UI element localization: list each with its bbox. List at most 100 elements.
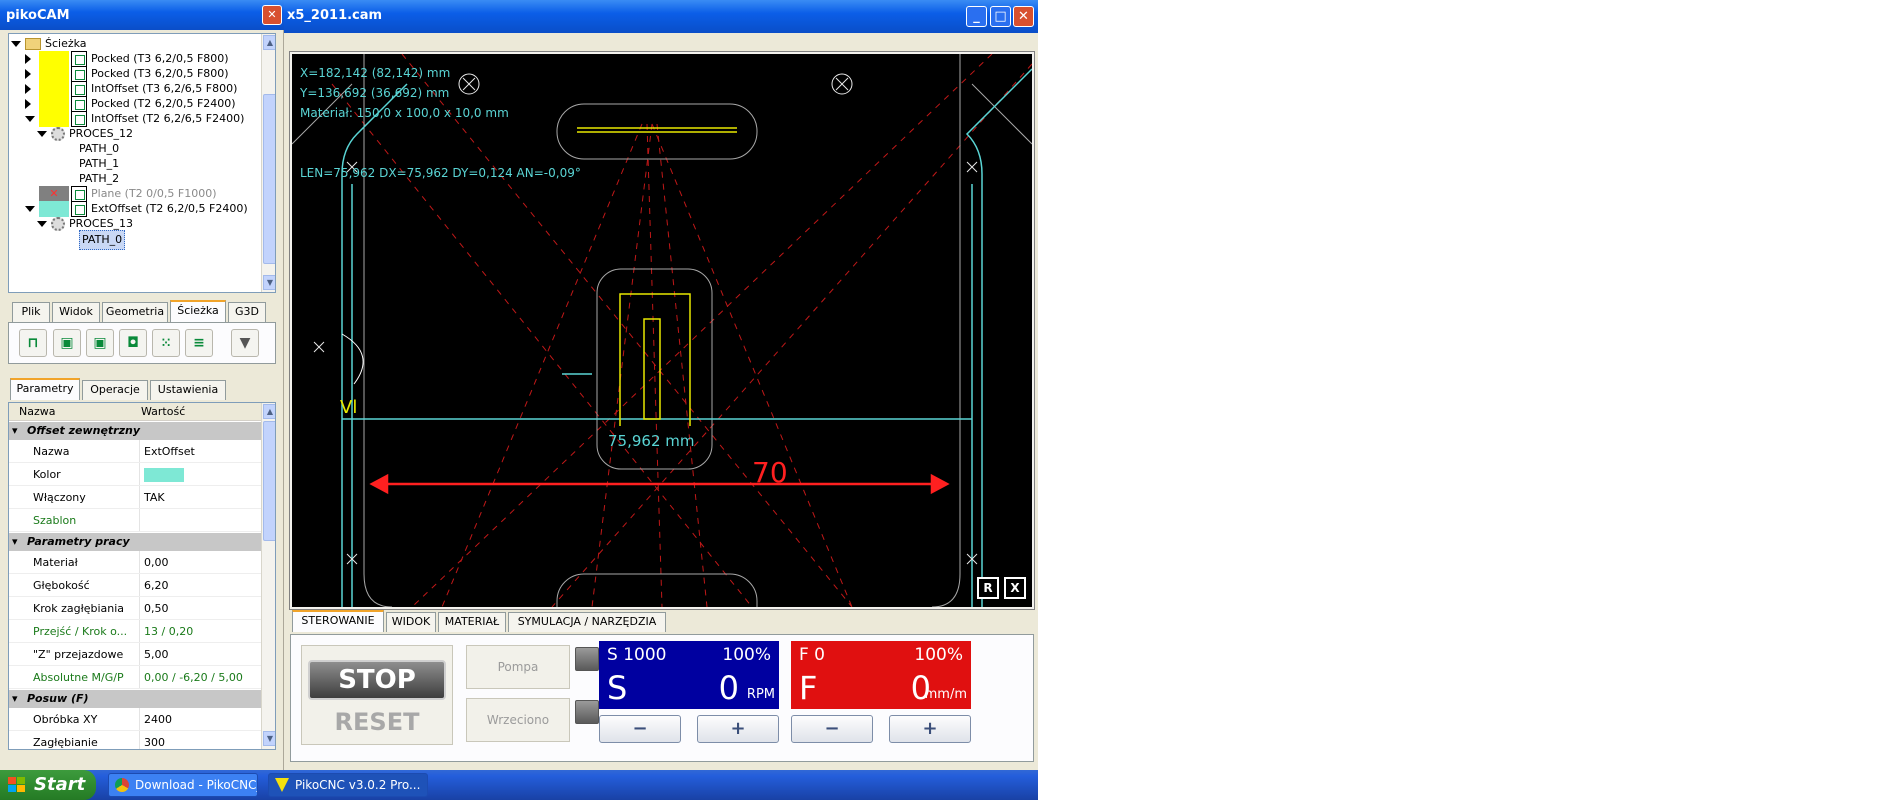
- prop-absolutne[interactable]: Absolutne M/G/P 0,00 / -6,20 / 5,00: [9, 666, 261, 689]
- prop-value: 2400: [144, 713, 172, 726]
- close-button[interactable]: ✕: [1013, 6, 1034, 27]
- collapse-icon[interactable]: [37, 221, 47, 227]
- tab-geometria[interactable]: Geometria: [102, 302, 168, 322]
- prop-zaglebianie[interactable]: Zagłębianie 300: [9, 731, 261, 749]
- color-swatch[interactable]: [144, 468, 184, 482]
- prop-label: Krok zagłębiania: [33, 602, 125, 615]
- windows-logo-icon: [8, 777, 26, 793]
- feed-plus-button[interactable]: +: [889, 715, 971, 743]
- group-parametry-pracy[interactable]: ▾ Parametry pracy: [9, 533, 261, 551]
- scroll-up-icon[interactable]: ▲: [263, 404, 275, 419]
- prop-z-przejazdowe[interactable]: "Z" przejazdowe 5,00: [9, 643, 261, 666]
- dimension-arrow: [369, 473, 950, 495]
- reset-view-button[interactable]: R: [977, 577, 999, 599]
- start-button[interactable]: Start: [0, 770, 96, 800]
- tab-ustawienia[interactable]: Ustawienia: [150, 380, 226, 400]
- tab-g3d[interactable]: G3D: [228, 302, 266, 322]
- group-label: Posuw (F): [27, 692, 89, 705]
- prop-label: Obróbka XY: [33, 713, 98, 726]
- prop-wlaczony[interactable]: Włączony TAK: [9, 486, 261, 509]
- tab-sterowanie[interactable]: STEROWANIE: [292, 610, 384, 632]
- int-offset-icon[interactable]: ▣: [86, 329, 114, 357]
- feed-meter: F 0 100% F 0 mm/m: [791, 641, 971, 709]
- expand-icon[interactable]: [25, 84, 31, 94]
- drill-points-icon[interactable]: ⁙: [152, 329, 180, 357]
- spindle-button[interactable]: Wrzeciono: [466, 698, 570, 742]
- reset-button[interactable]: RESET: [308, 704, 446, 740]
- spindle-plus-button[interactable]: +: [697, 715, 779, 743]
- tab-parametry[interactable]: Parametry: [10, 378, 80, 400]
- pump-button[interactable]: Pompa: [466, 645, 570, 689]
- pikocam-title-bar[interactable]: pikoCAM ✕: [0, 0, 284, 30]
- maximize-button[interactable]: □: [990, 6, 1011, 27]
- main-window-title: x5_2011.cam: [287, 8, 383, 23]
- collapse-icon: ▾: [12, 692, 18, 705]
- prop-szablon[interactable]: Szablon: [9, 509, 261, 532]
- cad-canvas[interactable]: X=182,142 (82,142) mm Y=136,692 (36,692)…: [289, 51, 1035, 610]
- pocket-zigzag-icon[interactable]: ⊓: [19, 329, 47, 357]
- taskbar-item-download[interactable]: Download - PikoCNC_...: [108, 773, 258, 797]
- toolpath-diagonals: [331, 54, 1032, 607]
- tree-item-label: PATH_0: [79, 230, 126, 250]
- pikocam-title: pikoCAM: [6, 8, 70, 23]
- tab-symulacja[interactable]: SYMULACJA / NARZĘDZIA: [508, 612, 666, 632]
- scroll-thumb[interactable]: [263, 94, 275, 264]
- feed-minus-button[interactable]: −: [791, 715, 873, 743]
- spindle-setpoint: S 1000: [607, 645, 667, 665]
- taskbar: Start Download - PikoCNC_... PikoCNC v3.…: [0, 770, 1038, 800]
- ext-offset-icon[interactable]: ▣: [53, 329, 81, 357]
- spindle-minus-button[interactable]: −: [599, 715, 681, 743]
- prop-value: 300: [144, 736, 165, 749]
- minimize-button[interactable]: _: [966, 6, 987, 27]
- tab-widok-left[interactable]: Widok: [52, 302, 100, 322]
- stop-button[interactable]: STOP: [308, 660, 446, 700]
- prop-kolor[interactable]: Kolor: [9, 463, 261, 486]
- taskbar-item-pikocnc[interactable]: PikoCNC v3.0.2 Pro...: [268, 773, 428, 797]
- prop-label: Zagłębianie: [33, 736, 98, 749]
- scroll-up-icon[interactable]: ▲: [263, 35, 275, 50]
- main-tabs: Plik Widok Geometria Ścieżka G3D: [12, 300, 276, 322]
- pocket-paths: [577, 127, 737, 426]
- scroll-thumb[interactable]: [263, 421, 275, 541]
- stop-reset-box: STOP RESET: [301, 645, 453, 745]
- tab-operacje[interactable]: Operacje: [82, 380, 148, 400]
- spindle-meter: S 1000 100% S 0 RPM: [599, 641, 779, 709]
- collapse-icon[interactable]: [37, 131, 47, 137]
- tree-scrollbar[interactable]: ▲ ▼: [261, 34, 275, 292]
- collapse-icon[interactable]: [25, 116, 35, 122]
- prop-krok[interactable]: Krok zagłębiania 0,50: [9, 597, 261, 620]
- prop-label: Absolutne M/G/P: [33, 671, 124, 684]
- tab-sciezka[interactable]: Ścieżka: [170, 300, 226, 322]
- props-scrollbar[interactable]: ▲ ▼: [261, 403, 275, 749]
- collapse-icon[interactable]: [25, 206, 35, 212]
- pocket-icon[interactable]: ◘: [119, 329, 147, 357]
- collapse-icon: ▾: [12, 535, 18, 548]
- engrave-icon[interactable]: ▼: [231, 329, 259, 357]
- expand-icon[interactable]: [25, 54, 31, 64]
- scroll-down-icon[interactable]: ▼: [263, 275, 275, 290]
- tree-item[interactable]: PATH_0: [9, 230, 261, 250]
- prop-value: 0,00 / -6,20 / 5,00: [144, 671, 243, 684]
- taskbar-item-label: PikoCNC v3.0.2 Pro...: [295, 778, 421, 792]
- group-posuw[interactable]: ▾ Posuw (F): [9, 690, 261, 708]
- expand-icon[interactable]: [25, 69, 31, 79]
- red-dimension-label: 70: [752, 456, 788, 489]
- tab-plik[interactable]: Plik: [12, 302, 50, 322]
- tab-material[interactable]: MATERIAŁ: [438, 612, 506, 632]
- property-grid: Nazwa Wartość ▾ Offset zewnętrzny Nazwa …: [8, 402, 276, 750]
- pikocam-close-button[interactable]: ✕: [262, 5, 282, 25]
- prop-glebokosc[interactable]: Głębokość 6,20: [9, 574, 261, 597]
- scroll-down-icon[interactable]: ▼: [263, 731, 275, 746]
- close-view-button[interactable]: X: [1004, 577, 1026, 599]
- expand-icon[interactable]: [25, 99, 31, 109]
- prop-material[interactable]: Materiał 0,00: [9, 551, 261, 574]
- expand-icon[interactable]: [11, 41, 21, 47]
- prop-label: Nazwa: [33, 445, 70, 458]
- tab-widok[interactable]: WIDOK: [386, 612, 436, 632]
- prop-value: TAK: [144, 491, 165, 504]
- group-offset[interactable]: ▾ Offset zewnętrzny: [9, 422, 261, 440]
- prop-nazwa[interactable]: Nazwa ExtOffset: [9, 440, 261, 463]
- prop-przejsc[interactable]: Przejść / Krok o... 13 / 0,20: [9, 620, 261, 643]
- plane-icon[interactable]: ≡: [185, 329, 213, 357]
- prop-obrobka[interactable]: Obróbka XY 2400: [9, 708, 261, 731]
